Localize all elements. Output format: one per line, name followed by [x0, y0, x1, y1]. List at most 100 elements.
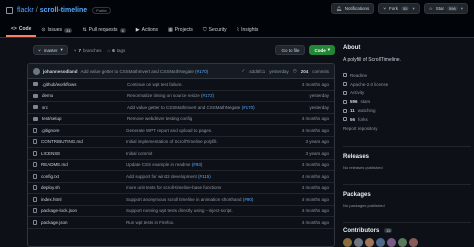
table-row[interactable]: CONTRIBUTING.md Initial implementation of… — [28, 137, 334, 148]
avatar[interactable] — [409, 238, 418, 247]
commit-message-text: Update CSS example in readme — [126, 162, 191, 168]
activity-label: Activity — [350, 90, 365, 96]
license-link[interactable]: Apache-2.0 license — [343, 80, 471, 89]
packages-heading[interactable]: Packages — [343, 192, 385, 198]
file-name[interactable]: LICENSE — [41, 151, 126, 156]
eye-icon — [343, 108, 347, 113]
stars-link[interactable]: 596 stars — [343, 97, 471, 106]
avatar[interactable] — [354, 238, 363, 247]
code-icon: <> — [11, 26, 17, 32]
commit-message-text: Initial implementation of ScrollTimeline… — [126, 139, 218, 145]
chevron-down-icon[interactable]: ▾ — [412, 6, 414, 12]
file-name[interactable]: deploy.sh — [41, 185, 126, 190]
table-row[interactable]: demo Renormalize timing on source resize … — [28, 91, 334, 102]
table-row[interactable]: test/setup Remove webdriver testing confi… — [28, 114, 334, 125]
repo-name-link[interactable]: scroll-timeline — [40, 7, 87, 14]
notifications-button[interactable]: 🔔︎ Notifications — [331, 3, 375, 14]
commit-pr-link[interactable]: (#93) — [192, 162, 203, 167]
file-name[interactable]: demo — [42, 93, 127, 98]
commit-author[interactable]: johannesodland — [43, 69, 78, 74]
file-commit-message[interactable]: Add value getter to CSSMathInvert and CS… — [127, 105, 273, 110]
file-date: yesterday — [309, 93, 329, 99]
table-row[interactable]: package.json Run wpt tests in Firefox. 4 m… — [28, 217, 334, 229]
tab-issues[interactable]: ⊙ Issues 34 — [36, 23, 77, 37]
repo-owner-link[interactable]: flackr — [17, 7, 34, 14]
file-commit-message[interactable]: Run wpt tests in Firefox. — [126, 220, 273, 225]
tab-pull-requests[interactable]: ⇅ Pull requests 6 — [77, 23, 130, 37]
file-commit-message[interactable]: Initial commit — [126, 151, 273, 156]
table-row[interactable]: index.html Support anonymous scroll timel… — [28, 194, 334, 206]
releases-heading[interactable]: Releases — [343, 154, 383, 160]
watching-link[interactable]: 11 watching — [343, 106, 471, 115]
table-row[interactable]: .gitignore Generate WPT report and upload… — [28, 125, 334, 137]
file-commit-message[interactable]: Update CSS example in readme (#93) — [126, 162, 273, 167]
report-link[interactable]: Report repository — [343, 124, 471, 133]
code-button[interactable]: Code ▾ — [309, 45, 335, 55]
file-name[interactable]: .gitignore — [41, 128, 126, 133]
tab-security[interactable]: ⛉ Security — [198, 23, 232, 37]
chevron-down-icon: ▾ — [327, 47, 330, 52]
tab-code[interactable]: <> Code — [6, 23, 37, 37]
avatar[interactable] — [376, 238, 385, 247]
file-commit-message[interactable]: Support anonymous scroll timeline in ani… — [126, 197, 273, 202]
file-name[interactable]: src — [42, 105, 127, 110]
file-name[interactable]: test/setup — [42, 116, 127, 121]
file-commit-message[interactable]: more unit tests for scroll-timeline-base… — [126, 185, 273, 190]
fork-label: Fork — [389, 6, 399, 11]
file-name[interactable]: package-lock.json — [41, 208, 126, 213]
activity-link[interactable]: Activity — [343, 89, 471, 98]
forks-link[interactable]: 56 forks — [343, 115, 471, 124]
tab-projects[interactable]: ▦ Projects — [163, 23, 198, 37]
avatar[interactable] — [343, 238, 352, 247]
tab-insights[interactable]: ⌇ Insights — [232, 23, 264, 37]
avatar[interactable] — [365, 238, 374, 247]
file-commit-message[interactable]: Generate WPT report and upload to pages. — [126, 128, 273, 133]
readme-link[interactable]: Readme — [343, 71, 471, 80]
commit-pr-link[interactable]: (#172) — [201, 93, 214, 98]
file-commit-message[interactable]: Renormalize timing on source resize (#17… — [127, 93, 273, 98]
path-separator: / — [35, 6, 38, 14]
file-commit-message[interactable]: Remove webdriver testing config — [127, 116, 273, 121]
table-row[interactable]: package-lock.json Support running wpt tes… — [28, 206, 334, 217]
commit-pr-link[interactable]: (#170) — [195, 69, 208, 74]
file-commit-message[interactable]: Continue on wpt test failure. — [127, 82, 273, 87]
repo-description: A polyfill of ScrollTimeline. — [343, 57, 401, 63]
file-commit-message[interactable]: Support running wpt tests directly using… — [126, 208, 273, 213]
avatar[interactable] — [33, 67, 40, 75]
star-button[interactable]: ☆ Star 596 ▾ — [423, 3, 468, 14]
file-name[interactable]: config.txt — [41, 174, 126, 179]
commit-pr-link[interactable]: (#170) — [242, 105, 255, 110]
commit-sha[interactable]: a3d6fc1 — [249, 69, 265, 74]
file-name[interactable]: .github/workflows — [42, 82, 127, 87]
file-name[interactable]: index.html — [41, 197, 126, 202]
commits-count[interactable]: 204 — [301, 69, 309, 74]
forks-label: forks — [358, 116, 368, 122]
branch-select[interactable]: ⑂ master ▾ — [33, 45, 68, 55]
file-commit-message[interactable]: Initial implementation of ScrollTimeline… — [126, 139, 273, 144]
go-to-file-button[interactable]: Go to file — [275, 45, 306, 55]
avatar[interactable] — [398, 238, 407, 247]
file-name[interactable]: README.md — [41, 162, 126, 167]
contributors-heading[interactable]: Contributors 15 — [343, 228, 418, 234]
tags-link[interactable]: ⌂ 6 tags — [107, 48, 125, 53]
table-row[interactable]: LICENSE Initial commit 3 years ago — [28, 148, 334, 160]
avatar[interactable] — [387, 238, 396, 247]
commit-pr-link[interactable]: (#90) — [243, 197, 254, 202]
file-icon — [33, 196, 37, 202]
chevron-down-icon[interactable]: ▾ — [461, 6, 463, 12]
table-row[interactable]: .github/workflows Continue on wpt test fa… — [28, 79, 334, 91]
fork-button[interactable]: ⑂ Fork 55 ▾ — [378, 3, 420, 14]
file-name[interactable]: CONTRIBUTING.md — [41, 139, 126, 144]
commit-pr-link[interactable]: (#115) — [198, 174, 211, 179]
branches-link[interactable]: ⑂ 7 branches — [74, 48, 102, 53]
tab-label: Pull requests — [88, 27, 118, 33]
file-name[interactable]: package.json — [41, 220, 126, 225]
table-row[interactable]: config.txt Add support for win32 developm… — [28, 171, 334, 183]
commits-label[interactable]: commits — [312, 69, 329, 74]
table-row[interactable]: README.md Update CSS example in readme (#… — [28, 160, 334, 171]
table-row[interactable]: deploy.sh more unit tests for scroll-time… — [28, 183, 334, 194]
file-commit-message[interactable]: Add support for win32 development (#115) — [126, 174, 273, 179]
tab-actions[interactable]: ▶ Actions — [131, 23, 163, 37]
commit-message[interactable]: Add value getter to CSSMathInvert and CS… — [81, 69, 209, 74]
table-row[interactable]: src Add value getter to CSSMathInvert and… — [28, 102, 334, 114]
